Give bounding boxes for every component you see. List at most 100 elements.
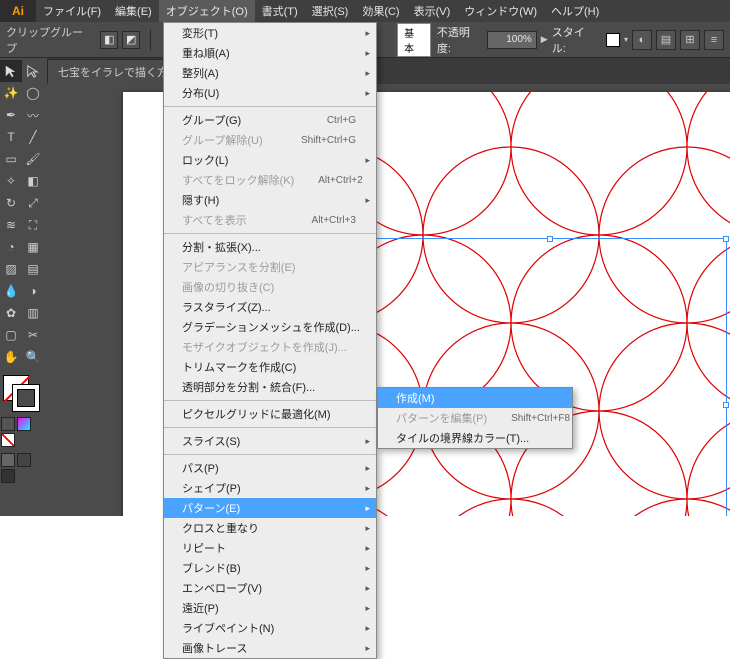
opacity-input[interactable] — [487, 31, 537, 49]
menu-item-label: タイルの境界線カラー(T)... — [396, 430, 529, 446]
object-menu-item[interactable]: 分布(U) — [164, 83, 376, 103]
object-menu-item[interactable]: リピート — [164, 538, 376, 558]
curvature-tool[interactable]: 〰 — [22, 104, 44, 126]
hand-tool[interactable]: ✋ — [0, 346, 22, 368]
menu-edit[interactable]: 編集(E) — [108, 0, 159, 22]
menu-item-label: トリムマークを作成(C) — [182, 359, 296, 375]
rotate-tool[interactable]: ↻ — [0, 192, 22, 214]
blend-tool[interactable]: ◑ — [22, 280, 44, 302]
align-icon[interactable]: ▤ — [656, 30, 676, 50]
object-menu-item[interactable]: ロック(L) — [164, 150, 376, 170]
edit-contents-icon[interactable]: ◧ — [100, 31, 118, 49]
chevron-down-icon[interactable]: ▾ — [624, 35, 628, 44]
column-graph-tool[interactable]: ▥ — [22, 302, 44, 324]
gradient-mode-icon[interactable] — [17, 417, 31, 431]
object-menu-item[interactable]: 分割・拡張(X)... — [164, 237, 376, 257]
selection-type-label: クリップグループ — [6, 24, 92, 56]
menu-effect[interactable]: 効果(C) — [355, 0, 406, 22]
mesh-tool[interactable]: ▨ — [0, 258, 22, 280]
menu-shortcut: Alt+Ctrl+2 — [294, 175, 362, 186]
pattern-submenu-item[interactable]: 作成(M) — [378, 388, 572, 408]
object-menu-item: アピアランスを分割(E) — [164, 257, 376, 277]
object-menu-item[interactable]: グループ(G)Ctrl+G — [164, 110, 376, 130]
width-tool[interactable]: ≋ — [0, 214, 22, 236]
draw-behind-icon[interactable] — [17, 453, 31, 467]
selection-tool[interactable] — [0, 60, 22, 82]
object-menu-item[interactable]: パス(P) — [164, 458, 376, 478]
selection-bounding-box — [373, 238, 727, 516]
transform-icon[interactable]: ⊞ — [680, 30, 700, 50]
eyedropper-tool[interactable]: 💧 — [0, 280, 22, 302]
object-menu-item[interactable]: エンベロープ(V) — [164, 578, 376, 598]
menu-select[interactable]: 選択(S) — [305, 0, 356, 22]
line-tool[interactable]: ╱ — [22, 126, 44, 148]
object-menu-item[interactable]: グラデーションメッシュを作成(D)... — [164, 317, 376, 337]
menu-item-label: ピクセルグリッドに最適化(M) — [182, 406, 331, 422]
slice-tool[interactable]: ✂ — [22, 324, 44, 346]
eraser-tool[interactable]: ◧ — [22, 170, 44, 192]
object-menu-item[interactable]: ブレンド(B) — [164, 558, 376, 578]
artboard-tool[interactable]: ▢ — [0, 324, 22, 346]
perspective-grid-tool[interactable]: ▦ — [22, 236, 44, 258]
more-icon[interactable]: ≡ — [704, 30, 724, 50]
rectangle-tool[interactable]: ▭ — [0, 148, 22, 170]
object-menu-item[interactable]: 隠す(H) — [164, 190, 376, 210]
menu-item-label: 重ね順(A) — [182, 45, 230, 61]
object-menu-item[interactable]: スライス(S) — [164, 431, 376, 451]
style-swatch[interactable] — [606, 33, 620, 47]
shaper-tool[interactable]: ✧ — [0, 170, 22, 192]
menu-item-label: ロック(L) — [182, 152, 228, 168]
object-menu-item[interactable]: 遠近(P) — [164, 598, 376, 618]
menu-item-label: グループ解除(U) — [182, 132, 263, 148]
object-menu-item[interactable]: クロスと重なり — [164, 518, 376, 538]
menu-item-label: 隠す(H) — [182, 192, 219, 208]
symbol-sprayer-tool[interactable]: ✿ — [0, 302, 22, 324]
object-menu-item[interactable]: トリムマークを作成(C) — [164, 357, 376, 377]
menu-view[interactable]: 表示(V) — [407, 0, 458, 22]
color-mode-icon[interactable] — [1, 417, 15, 431]
lasso-tool[interactable]: ◯ — [22, 82, 44, 104]
object-menu-item[interactable]: 変形(T) — [164, 23, 376, 43]
none-mode-icon[interactable] — [1, 433, 15, 447]
isolate-group-icon[interactable]: ◩ — [122, 31, 140, 49]
zoom-tool[interactable]: 🔍 — [22, 346, 44, 368]
menu-type[interactable]: 書式(T) — [255, 0, 305, 22]
direct-selection-tool[interactable] — [22, 60, 44, 82]
fill-stroke-control[interactable] — [0, 372, 44, 416]
pen-tool[interactable]: ✒ — [0, 104, 22, 126]
object-menu-item[interactable]: 透明部分を分割・統合(F)... — [164, 377, 376, 397]
menu-item-label: クロスと重なり — [182, 520, 259, 536]
object-menu-item[interactable]: 整列(A) — [164, 63, 376, 83]
object-menu-item[interactable]: パターン(E) — [164, 498, 376, 518]
magic-wand-tool[interactable]: ✨ — [0, 82, 22, 104]
object-menu-item[interactable]: 重ね順(A) — [164, 43, 376, 63]
object-menu-item[interactable]: 画像トレース — [164, 638, 376, 658]
recolor-icon[interactable]: ◐ — [632, 30, 652, 50]
draw-normal-icon[interactable] — [1, 453, 15, 467]
style-label: スタイル: — [552, 24, 598, 56]
menu-window[interactable]: ウィンドウ(W) — [457, 0, 544, 22]
toolbox: ✨ ◯ ✒ 〰 T ╱ ▭ 🖌 ✧ ◧ ↻ ⤢ ≋ ⛶ ◔ ▦ ▨ ▤ 💧 ◑ … — [0, 58, 47, 516]
scale-tool[interactable]: ⤢ — [22, 192, 44, 214]
object-menu-item[interactable]: ラスタライズ(Z)... — [164, 297, 376, 317]
menu-file[interactable]: ファイル(F) — [36, 0, 108, 22]
menu-item-label: アピアランスを分割(E) — [182, 259, 295, 275]
menu-help[interactable]: ヘルプ(H) — [544, 0, 606, 22]
preset-basic-button[interactable]: 基本 — [397, 23, 431, 57]
pattern-submenu-item[interactable]: タイルの境界線カラー(T)... — [378, 428, 572, 448]
shape-builder-tool[interactable]: ◔ — [0, 236, 22, 258]
type-tool[interactable]: T — [0, 126, 22, 148]
menu-object[interactable]: オブジェクト(O) — [159, 0, 255, 22]
object-menu-item[interactable]: ピクセルグリッドに最適化(M) — [164, 404, 376, 424]
menu-item-label: パス(P) — [182, 460, 219, 476]
object-menu-item[interactable]: ライブペイント(N) — [164, 618, 376, 638]
paintbrush-tool[interactable]: 🖌 — [22, 148, 44, 170]
chevron-right-icon[interactable]: ▶ — [541, 34, 548, 45]
menu-item-label: ラスタライズ(Z)... — [182, 299, 271, 315]
object-menu-item[interactable]: シェイプ(P) — [164, 478, 376, 498]
free-transform-tool[interactable]: ⛶ — [22, 214, 44, 236]
draw-inside-icon[interactable] — [1, 469, 15, 483]
canvas-area[interactable] — [47, 84, 730, 516]
menu-item-label: 分布(U) — [182, 85, 219, 101]
gradient-tool[interactable]: ▤ — [22, 258, 44, 280]
